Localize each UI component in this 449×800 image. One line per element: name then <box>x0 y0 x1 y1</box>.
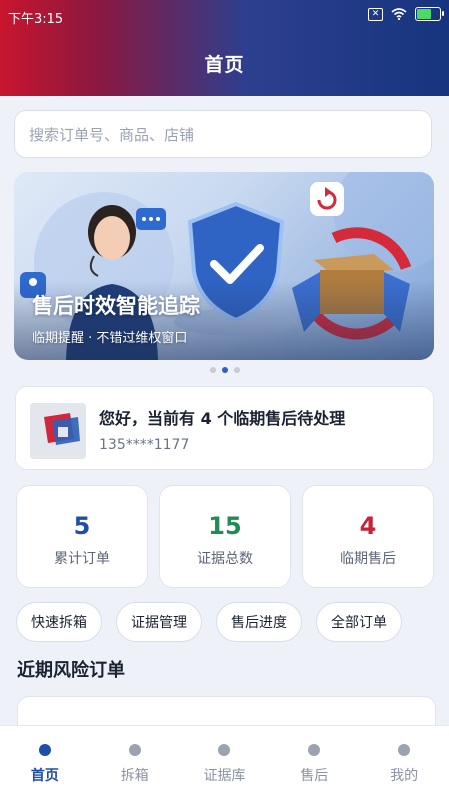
risk-order-list[interactable] <box>17 696 436 727</box>
battery-charging-icon <box>415 7 444 21</box>
tab-unbox[interactable]: 拆箱 <box>90 726 180 800</box>
evidence-icon <box>218 744 231 756</box>
status-time: 下午3:15 <box>8 12 64 27</box>
tab-aftersales[interactable]: 售后 <box>269 726 359 800</box>
profile-icon <box>398 744 411 756</box>
banner-title: 售后时效智能追踪 <box>32 294 200 318</box>
unbox-icon <box>128 744 141 756</box>
home-icon <box>38 744 51 756</box>
carousel-dot-active[interactable] <box>221 367 228 373</box>
tab-label: 我的 <box>390 768 419 784</box>
carousel-indicator[interactable] <box>0 367 449 373</box>
tab-label: 售后 <box>300 768 329 784</box>
quick-unbox-button[interactable]: 快速拆箱 <box>16 602 102 642</box>
stat-total-evidence[interactable]: 15 证据总数 <box>159 485 291 588</box>
avatar <box>30 403 86 459</box>
greeting-text: 您好，当前有 4 个临期售后待处理 <box>99 409 346 428</box>
app-header: 下午3:15 ✕ 首页 <box>0 0 449 96</box>
stat-total-orders[interactable]: 5 累计订单 <box>16 485 148 588</box>
search-input[interactable]: 搜索订单号、商品、店铺 <box>14 110 432 158</box>
wifi-icon <box>391 8 407 20</box>
promo-banner[interactable]: 售后时效智能追踪 临期提醒 · 不错过维权窗口 <box>14 172 434 360</box>
search-placeholder: 搜索订单号、商品、店铺 <box>29 125 195 144</box>
page-title: 首页 <box>204 54 245 76</box>
evidence-management-button[interactable]: 证据管理 <box>116 602 202 642</box>
stat-label: 证据总数 <box>197 551 253 567</box>
tab-label: 首页 <box>30 768 59 784</box>
aftersales-icon <box>308 744 321 756</box>
tab-profile[interactable]: 我的 <box>359 726 449 800</box>
banner-subtitle: 临期提醒 · 不错过维权窗口 <box>32 331 188 346</box>
stat-value: 5 <box>73 512 91 540</box>
carousel-dot[interactable] <box>233 367 240 373</box>
carousel-dot[interactable] <box>209 367 216 373</box>
section-title: 近期风险订单 <box>17 660 125 681</box>
tab-home[interactable]: 首页 <box>0 726 90 800</box>
stat-label: 累计订单 <box>54 551 110 567</box>
all-orders-button[interactable]: 全部订单 <box>316 602 402 642</box>
stat-value: 4 <box>359 512 377 540</box>
tab-evidence[interactable]: 证据库 <box>180 726 270 800</box>
close-box-icon: ✕ <box>368 7 383 21</box>
stat-value: 15 <box>208 512 242 540</box>
status-icons: ✕ <box>368 7 444 21</box>
stat-label: 临期售后 <box>340 551 396 567</box>
user-summary-card[interactable]: 您好，当前有 4 个临期售后待处理 135****1177 <box>15 386 434 470</box>
user-phone: 135****1177 <box>99 437 190 453</box>
bottom-tab-bar: 首页 拆箱 证据库 售后 我的 <box>0 725 449 800</box>
aftersales-progress-button[interactable]: 售后进度 <box>216 602 302 642</box>
stat-expiring-aftersales[interactable]: 4 临期售后 <box>302 485 434 588</box>
tab-label: 拆箱 <box>120 768 149 784</box>
tab-label: 证据库 <box>203 768 246 784</box>
